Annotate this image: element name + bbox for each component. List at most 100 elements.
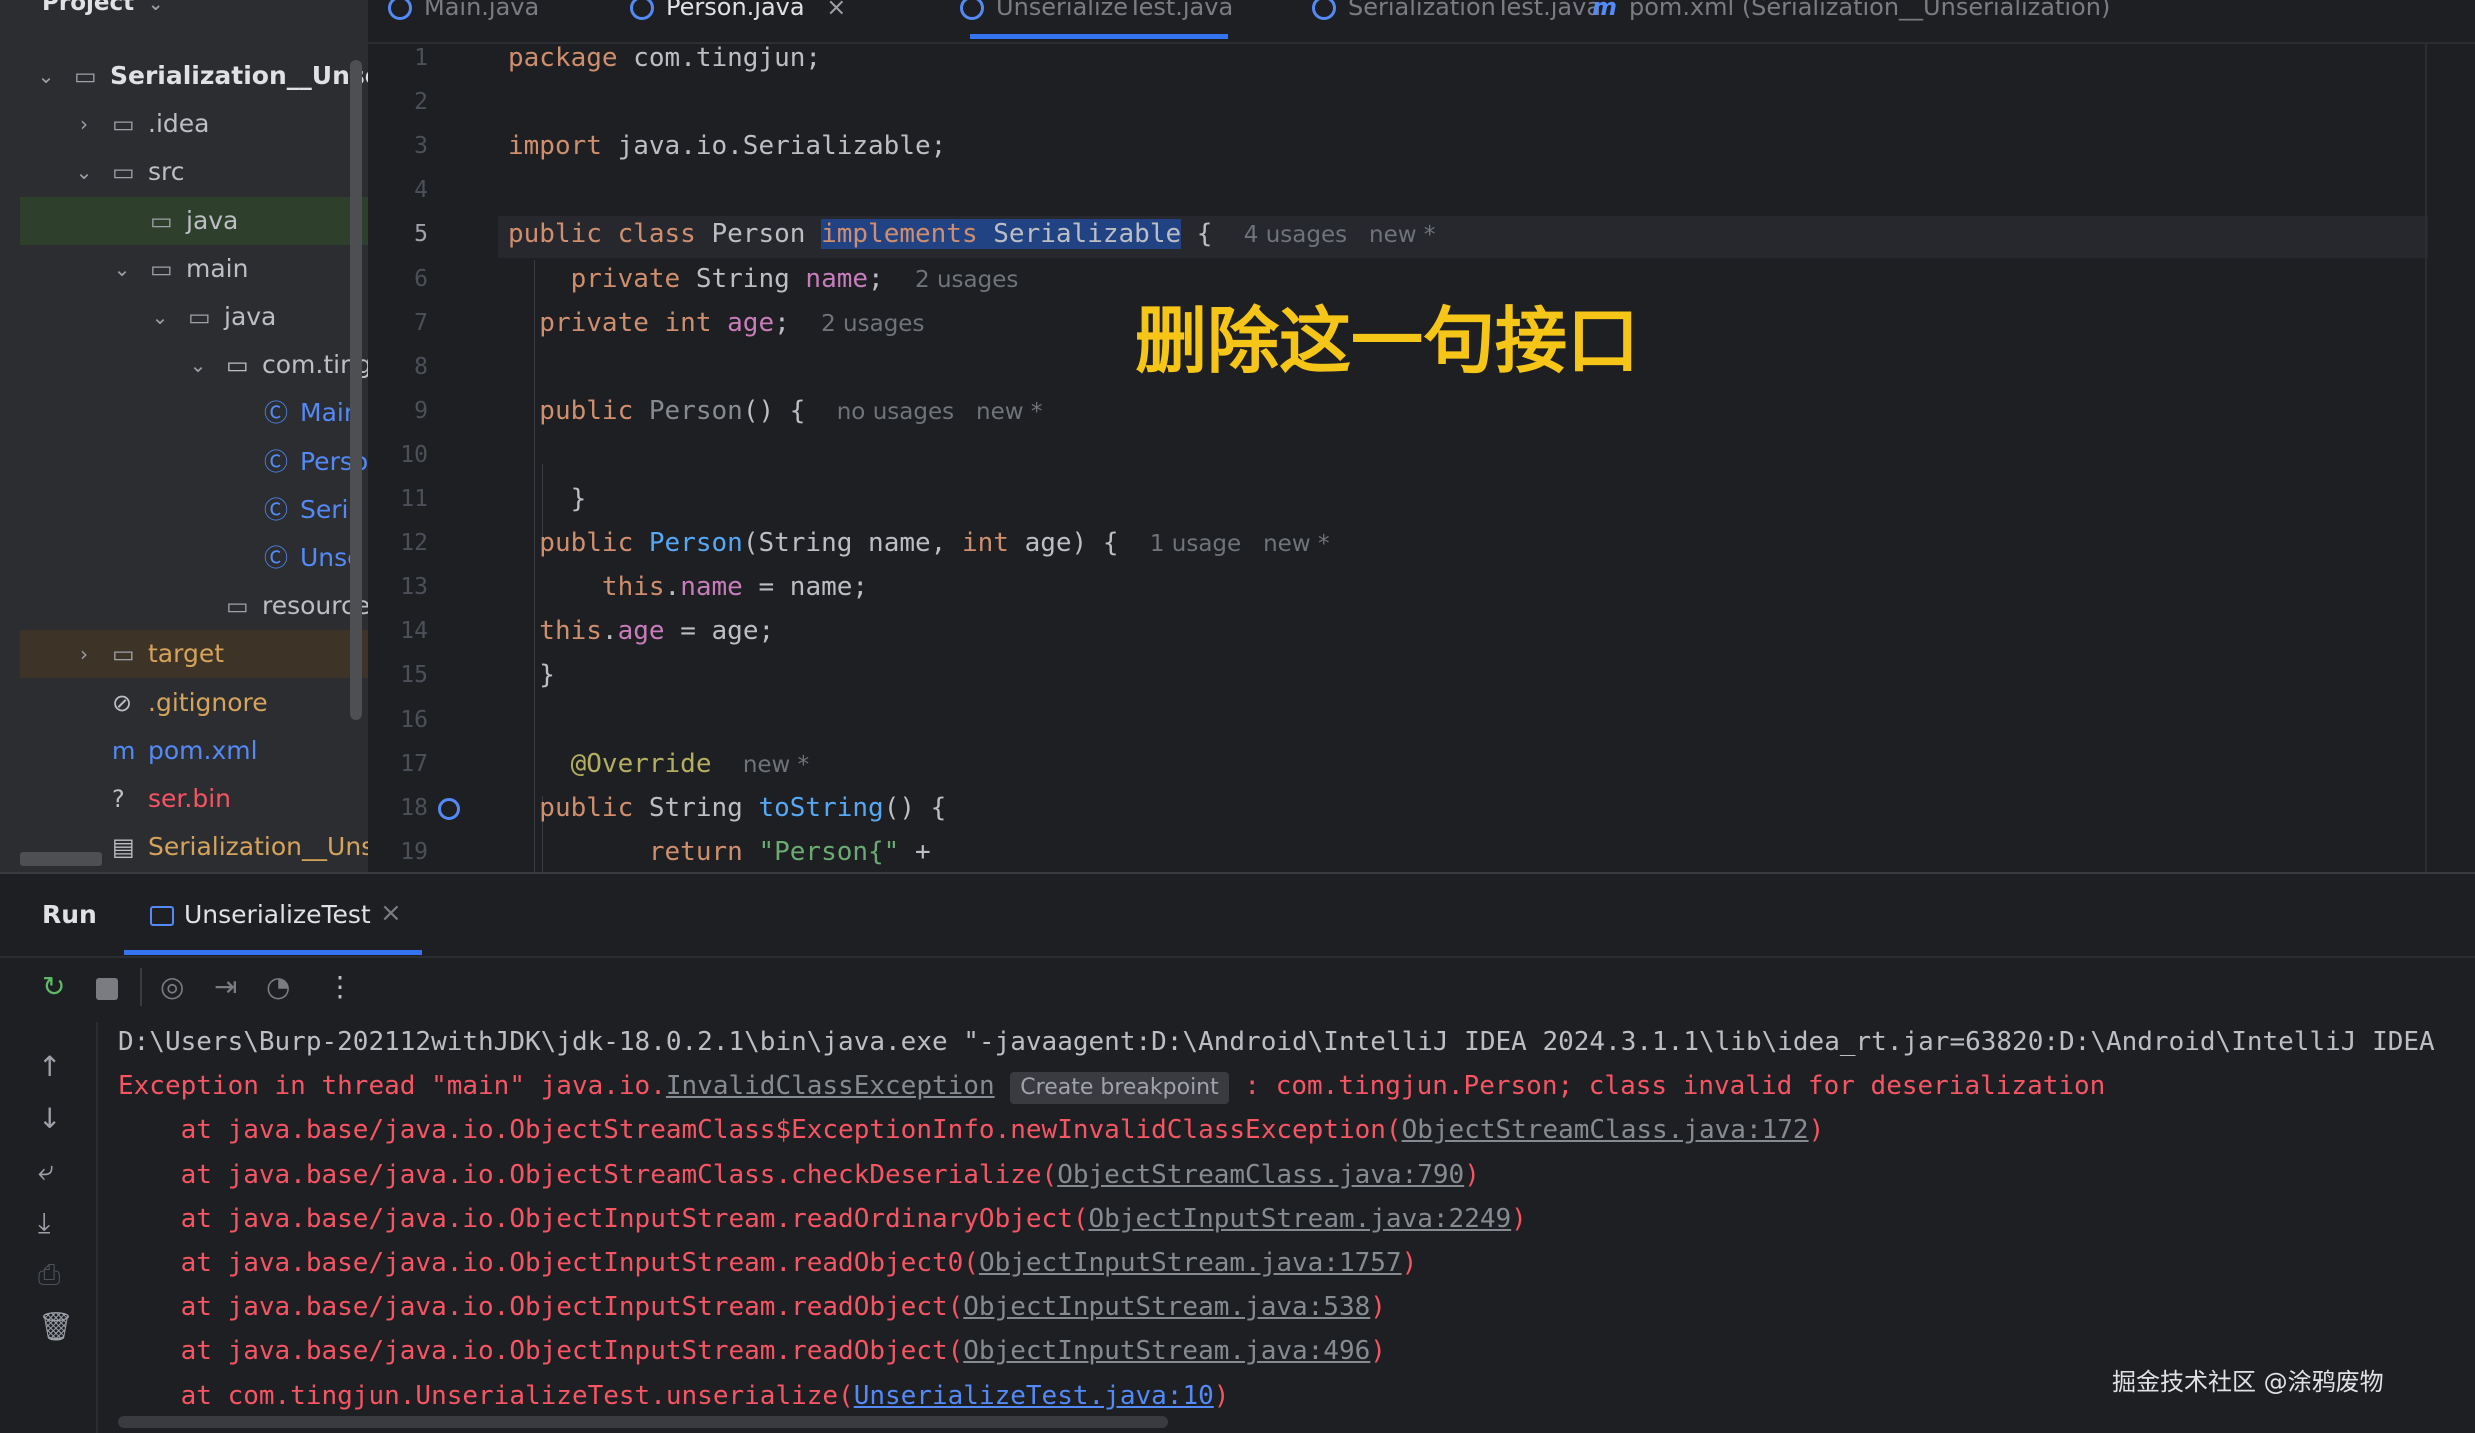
trash-icon[interactable]: 🗑 [38,1310,74,1343]
inlay-hint[interactable]: new * [743,752,809,778]
tab-unserializetest-java[interactable]: UnserializeTest.java [960,0,1233,38]
print-icon[interactable]: ⎙ [38,1258,60,1292]
line-number: 17 [400,750,428,777]
stack-trace-link[interactable]: ObjectInputStream.java:538 [963,1292,1370,1322]
tree-item[interactable]: ⊘ .gitignore [20,679,368,727]
code-token: ; [774,307,822,338]
unknown-file-icon: ? [112,785,125,813]
chevron-down-icon[interactable]: ⌄ [148,293,172,341]
console-text: ) [1401,1248,1418,1278]
stack-trace-link[interactable]: ObjectInputStream.java:2249 [1089,1204,1512,1234]
tree-item[interactable]: ▭resources [20,582,368,630]
run-tab-unserializetest[interactable]: UnserializeTest [150,900,371,929]
console-text: ) [1808,1115,1825,1146]
override-method-gutter-icon[interactable] [438,798,460,820]
tree-item[interactable]: ▭ java [20,196,368,245]
tab-person-java[interactable]: Person.java × [630,0,846,38]
project-scrollbar-horizontal[interactable] [20,852,102,866]
tab-serializationtest-java[interactable]: SerializationTest.java [1312,0,1601,38]
active-tab-indicator [970,34,1228,39]
soft-wrap-icon[interactable]: ⤶ [38,1154,54,1188]
inlay-hint[interactable]: no usages new * [837,399,1043,425]
code-line: @Override new * [508,742,810,787]
console-scrollbar-horizontal[interactable] [118,1416,1168,1428]
chevron-down-icon[interactable]: ⌄ [110,245,134,293]
line-number: 18 [400,794,428,821]
tree-item[interactable]: ⌄ ▭ main [20,245,368,293]
scroll-to-end-icon[interactable]: ⤓ [38,1206,50,1240]
code-line: return "Person{" + [508,830,931,872]
stack-trace-link[interactable]: ObjectInputStream.java:496 [963,1336,1370,1366]
code-line: public Person() { no usages new * [508,389,1042,434]
code-token: toString [758,792,884,823]
code-token: . [601,616,618,647]
close-tab-icon[interactable]: × [826,0,846,21]
tree-item[interactable]: › ▭ target [20,630,368,679]
rerun-icon[interactable]: ↻ [42,970,65,1003]
tree-item[interactable]: Ⓒ Seria [20,486,368,534]
tree-item[interactable]: ⌄ ▭ com.ting [20,341,368,389]
class-icon: Ⓒ [264,447,288,476]
chevron-right-icon[interactable]: › [72,630,96,678]
camera-icon[interactable]: ◎ [160,970,184,1003]
run-panel-title: Run [42,900,97,929]
code-token: java.io.Serializable; [617,131,947,162]
editor-gutter[interactable]: 1 2 3 4 5 6 7 8 9 10 11 12 13 14 15 16 17 18 19 [368,44,498,872]
code-token: { [1181,219,1244,250]
editor-right-border [2425,44,2427,872]
tree-item[interactable]: ⌄ ▭ src [20,148,368,196]
profiler-icon[interactable]: ◔ [266,970,290,1003]
tree-item[interactable]: Ⓒ Unse [20,534,368,582]
stack-trace-link[interactable]: ObjectStreamClass.java:172 [1402,1115,1809,1145]
chevron-right-icon[interactable]: › [72,100,96,148]
console-text: at com.tingjun.UnserializeTest.unseriali… [118,1380,854,1411]
code-token: implements [821,219,978,250]
arrow-up-icon[interactable]: ↑ [38,1050,61,1083]
inlay-hint[interactable]: 4 usages new * [1244,222,1436,248]
chevron-down-icon[interactable]: ⌄ [148,0,163,15]
tree-item[interactable]: m pom.xml [20,727,368,775]
chevron-down-icon[interactable]: ⌄ [72,148,96,196]
line-number: 12 [400,530,428,557]
stack-trace-link[interactable]: InvalidClassException [666,1071,995,1101]
code-token: (String name, [742,528,962,559]
maven-icon: m [1592,0,1618,21]
code-token: () { [883,792,947,823]
code-token: age [617,616,665,647]
stop-icon[interactable] [96,978,118,1000]
tree-item[interactable]: ⌄ ▭ Serialization__Unser [20,52,368,100]
inlay-hint[interactable]: 1 usage new * [1150,531,1330,557]
project-scrollbar-vertical[interactable] [350,60,362,720]
line-number: 10 [400,441,428,468]
tree-item[interactable]: ⌄ ▭ java [20,293,368,341]
code-token: @Override [508,748,712,779]
chevron-down-icon[interactable]: ⌄ [34,52,58,100]
create-breakpoint-button[interactable]: Create breakpoint [1010,1072,1229,1105]
close-run-tab-icon[interactable]: × [380,898,402,928]
stack-trace-link[interactable]: ObjectStreamClass.java:790 [1057,1160,1464,1190]
stack-trace-link[interactable]: ObjectInputStream.java:1757 [979,1248,1402,1278]
stack-trace-link[interactable]: UnserializeTest.java:10 [854,1381,1214,1411]
arrow-down-icon[interactable]: ↓ [38,1102,61,1135]
tree-item[interactable]: ? ser.bin [20,775,368,823]
console-line: at com.tingjun.UnserializeTest.unseriali… [118,1374,1230,1418]
project-panel-title[interactable]: Project ⌄ [0,0,163,20]
inlay-hint[interactable]: 2 usages [821,311,924,337]
run-config-icon [150,906,174,926]
line-number: 15 [400,662,428,689]
inlay-hint[interactable]: 2 usages [915,267,1018,293]
tree-item[interactable]: Ⓒ Main [20,389,368,437]
exit-icon[interactable]: ⇥ [214,970,237,1003]
code-line: import java.io.Serializable; [508,124,946,168]
chevron-down-icon[interactable]: ⌄ [186,341,210,389]
tree-item[interactable]: › ▭ .idea [20,100,368,148]
class-icon [388,0,412,20]
code-token: Person [711,219,822,250]
tab-main-java[interactable]: Main.java [388,0,539,38]
code-editor[interactable]: package com.tingjun; import java.io.Seria… [498,44,2428,872]
toolbar-divider [140,968,142,1006]
tab-pom-xml[interactable]: m pom.xml (Serialization__Unserialization… [1592,0,2110,38]
tree-item[interactable]: Ⓒ Perso [20,438,368,486]
more-options-icon[interactable]: ⋮ [326,970,354,1003]
